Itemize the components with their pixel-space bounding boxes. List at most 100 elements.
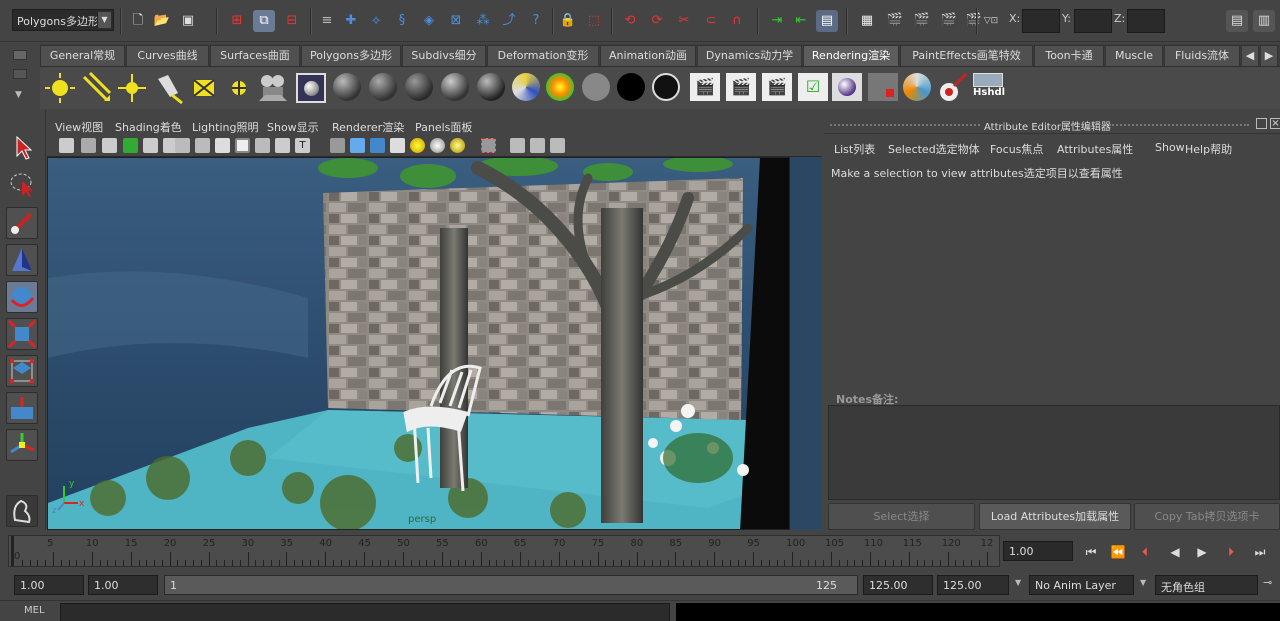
- selection-highlight-icon[interactable]: ⬚: [583, 10, 605, 32]
- shader-lambert-icon[interactable]: [369, 73, 397, 101]
- save-scene-icon[interactable]: ▣: [177, 10, 199, 32]
- construction-history-icon[interactable]: ✂: [673, 10, 695, 32]
- ambient-light-icon[interactable]: [44, 71, 76, 105]
- textured-icon[interactable]: [390, 138, 405, 153]
- open-scene-icon[interactable]: 📂: [151, 10, 173, 32]
- spot-light-icon[interactable]: [152, 71, 184, 105]
- menu-view[interactable]: View视图: [55, 119, 103, 135]
- copy-tab-button[interactable]: Copy Tab拷贝选项卡: [1134, 503, 1280, 530]
- command-input[interactable]: [60, 603, 670, 621]
- anim-layer-dropdown[interactable]: No Anim Layer: [1029, 575, 1134, 595]
- select-object-icon[interactable]: ⧉: [253, 10, 275, 32]
- tab-curves[interactable]: Curves曲线: [126, 45, 209, 66]
- menu-focus[interactable]: Focus焦点: [990, 141, 1043, 157]
- layer-editor-toggle-icon[interactable]: ▥: [1253, 10, 1275, 32]
- area-light-icon[interactable]: [188, 71, 220, 105]
- range-track[interactable]: 1 125: [164, 575, 858, 595]
- render-settings-icon[interactable]: ☑: [798, 73, 828, 101]
- tab-polygons[interactable]: Polygons多边形: [301, 45, 401, 66]
- tab-subdivs[interactable]: Subdivs细分: [402, 45, 486, 66]
- tab-animation[interactable]: Animation动画: [600, 45, 696, 66]
- coord-x-field[interactable]: [1022, 9, 1060, 33]
- gate-mask-icon[interactable]: [255, 138, 270, 153]
- all-lights-icon[interactable]: [430, 138, 445, 153]
- ipr-render-icon[interactable]: 🎬: [726, 73, 756, 101]
- wireframe-on-shaded-icon[interactable]: [370, 138, 385, 153]
- select-tool-icon[interactable]: [6, 131, 38, 163]
- universal-manip-icon[interactable]: [6, 355, 38, 387]
- shader-phong-icon[interactable]: [405, 73, 433, 101]
- magnet-icon[interactable]: ⊂: [700, 10, 722, 32]
- point-light-icon[interactable]: [116, 71, 148, 105]
- select-button[interactable]: Select选择: [828, 503, 975, 530]
- snap-curve-icon[interactable]: ⟡: [365, 10, 387, 32]
- menu-renderer[interactable]: Renderer渲染: [332, 119, 404, 135]
- hypershade-icon[interactable]: Hshdl: [973, 73, 1005, 103]
- tab-dynamics[interactable]: Dynamics动力学: [697, 45, 802, 66]
- play-backwards-icon[interactable]: ◀: [1166, 543, 1184, 561]
- move-tool-icon[interactable]: [6, 244, 38, 276]
- shadows-icon[interactable]: [450, 138, 465, 153]
- persp-viewport[interactable]: persp y x z: [47, 157, 790, 530]
- default-lighting-icon[interactable]: [410, 138, 425, 153]
- step-forward-key-icon[interactable]: ⏵: [1222, 543, 1240, 561]
- select-hierarchy-icon[interactable]: ⊞: [226, 10, 248, 32]
- chevron-down-icon[interactable]: ▼: [97, 12, 111, 28]
- show-manipulator-icon[interactable]: [6, 429, 38, 461]
- tab-fluids[interactable]: Fluids流体: [1164, 45, 1240, 66]
- menu-list[interactable]: List列表: [834, 141, 875, 157]
- drag-handle[interactable]: [1109, 124, 1249, 126]
- time-slider[interactable]: 0 5 10 15 20 25 30 35 40 45 50 55 60 65 70 75 80 85 90 95 1…: [8, 535, 1000, 567]
- snap-grid-icon[interactable]: ✚: [340, 10, 362, 32]
- render-current-icon[interactable]: 🎬: [884, 10, 906, 32]
- float-window-icon[interactable]: [1256, 118, 1267, 129]
- playback-start-field[interactable]: 1.00: [88, 575, 158, 595]
- chevron-down-icon[interactable]: ▼: [1140, 578, 1146, 587]
- shader-blinn-icon[interactable]: [333, 73, 361, 101]
- tab-toon[interactable]: Toon卡通: [1034, 45, 1104, 66]
- step-back-key-icon[interactable]: ⏴: [1136, 543, 1154, 561]
- render-region-icon[interactable]: [296, 73, 326, 103]
- image-plane-icon[interactable]: [102, 138, 117, 153]
- menu-lighting[interactable]: Lighting照明: [192, 119, 258, 135]
- volume-light-icon[interactable]: [223, 71, 255, 105]
- attribute-editor-toggle-icon[interactable]: ▤: [816, 10, 838, 32]
- scale-tool-icon[interactable]: [6, 318, 38, 350]
- snap-plane-icon[interactable]: ◈: [418, 10, 440, 32]
- input-ops-icon[interactable]: ⟲: [619, 10, 641, 32]
- xray-joints-icon[interactable]: [530, 138, 545, 153]
- key-icon[interactable]: ⊸: [1263, 576, 1272, 589]
- shader-useBackground-icon[interactable]: [617, 73, 645, 101]
- chevron-down-icon[interactable]: ▼: [1015, 578, 1021, 587]
- two-d-pan-icon[interactable]: [123, 138, 138, 153]
- shelf-collapse-icon[interactable]: ▼: [15, 90, 22, 100]
- ipr-render-icon[interactable]: 🎬: [911, 10, 933, 32]
- snap-live-icon[interactable]: ⊠: [445, 10, 467, 32]
- shader-blackhole-icon[interactable]: [652, 73, 680, 101]
- lasso-tool-icon[interactable]: [6, 168, 38, 200]
- output-line-icon[interactable]: ⇤: [790, 10, 812, 32]
- current-frame-field[interactable]: 1.00: [1003, 541, 1073, 561]
- select-component-icon[interactable]: ⊟: [281, 10, 303, 32]
- render-diagnostics-icon[interactable]: [868, 73, 898, 101]
- menu-set-selector[interactable]: Polygons多边形 ▼: [12, 9, 114, 31]
- wireframe-icon[interactable]: [175, 138, 190, 153]
- notes-textarea[interactable]: [828, 405, 1280, 500]
- menu-panels[interactable]: Panels面板: [415, 119, 472, 135]
- grease-pencil-icon[interactable]: [143, 138, 158, 153]
- tab-deformation[interactable]: Deformation变形: [487, 45, 599, 66]
- tab-scroll-right-icon[interactable]: ▶: [1260, 45, 1278, 66]
- film-gate-icon[interactable]: [215, 138, 230, 153]
- script-type-label[interactable]: MEL: [24, 605, 45, 616]
- menu-selected[interactable]: Selected选定物体: [888, 141, 980, 157]
- xray-icon[interactable]: [510, 138, 525, 153]
- step-back-icon[interactable]: ⏪: [1109, 543, 1127, 561]
- render-settings-icon[interactable]: 🎬: [938, 10, 960, 32]
- drag-handle[interactable]: [830, 124, 980, 126]
- go-to-start-icon[interactable]: ⏮: [1082, 543, 1100, 561]
- tab-surfaces[interactable]: Surfaces曲面: [210, 45, 300, 66]
- render-current-frame-icon[interactable]: 🎬: [690, 73, 720, 101]
- shelf-menu-icon[interactable]: [13, 50, 27, 60]
- tab-general[interactable]: General常规: [40, 45, 125, 66]
- bookmark-icon[interactable]: [81, 138, 96, 153]
